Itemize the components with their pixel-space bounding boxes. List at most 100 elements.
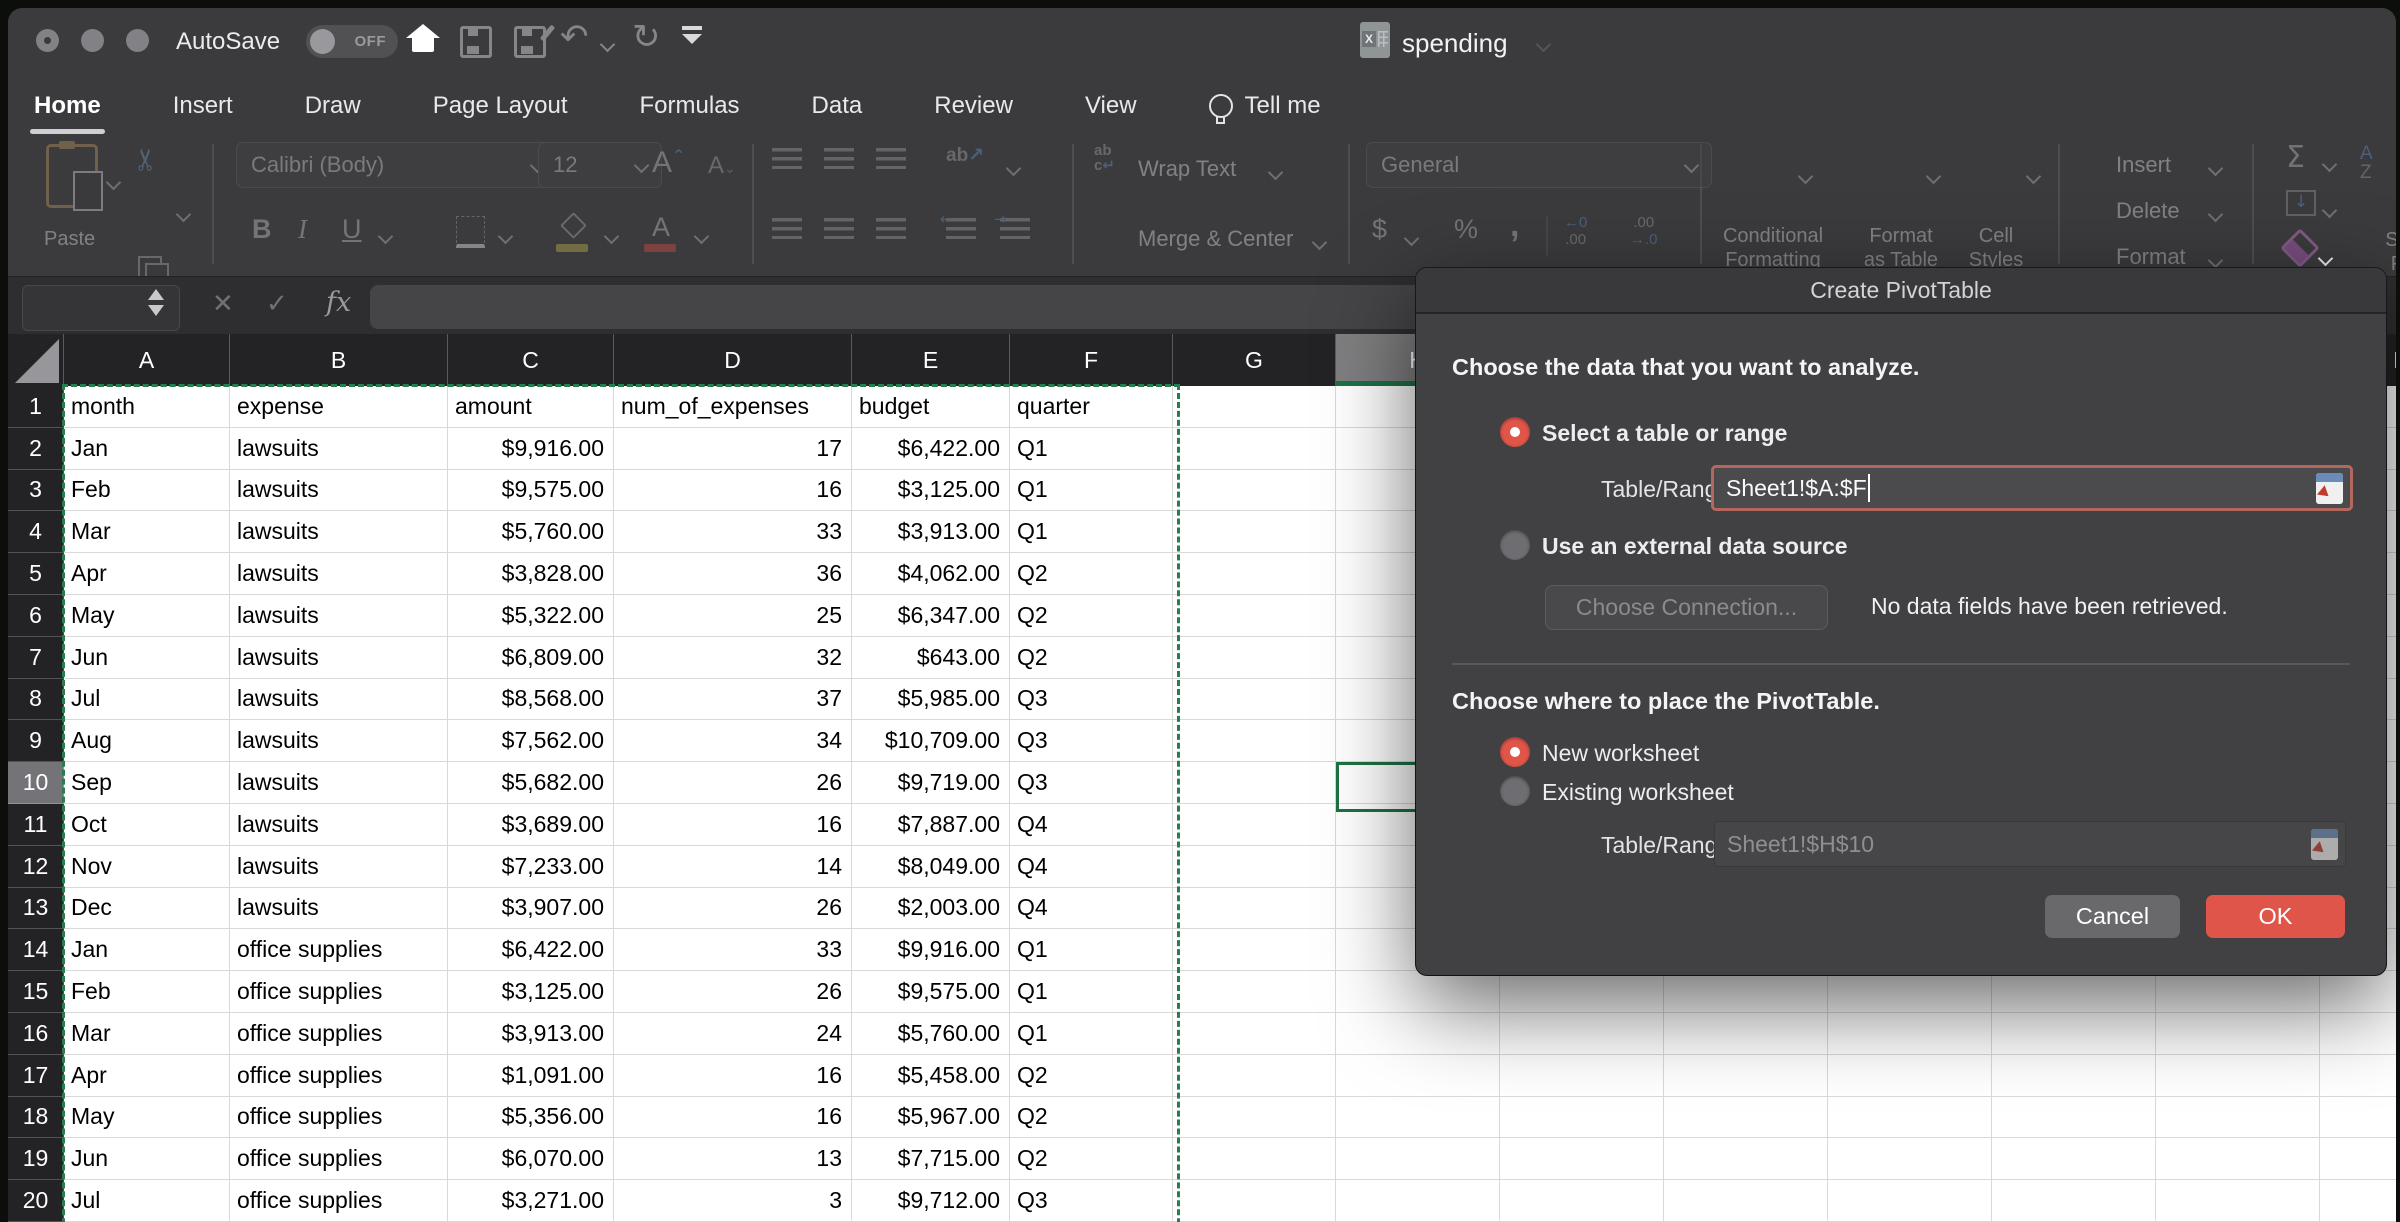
row-header-19[interactable]: 19: [8, 1138, 64, 1180]
cell-M15[interactable]: [2156, 971, 2320, 1013]
cell-K15[interactable]: [1828, 971, 1992, 1013]
cell-D19[interactable]: 13: [614, 1138, 852, 1180]
cell-A19[interactable]: Jun: [64, 1138, 230, 1180]
autosum-chevron-icon[interactable]: [2324, 156, 2335, 174]
radio-existing-worksheet[interactable]: [1500, 776, 1530, 806]
cell-B10[interactable]: lawsuits: [230, 762, 448, 804]
tab-draw[interactable]: Draw: [305, 92, 361, 120]
copy-chevron-icon[interactable]: [178, 206, 189, 224]
merge-center-chevron-icon[interactable]: [1314, 234, 1325, 252]
cell-N15[interactable]: [2320, 971, 2400, 1013]
cell-F17[interactable]: Q2: [1010, 1055, 1173, 1097]
cell-B14[interactable]: office supplies: [230, 929, 448, 971]
row-header-13[interactable]: 13: [8, 888, 64, 930]
cell-I19[interactable]: [1500, 1138, 1664, 1180]
cell-G8[interactable]: [1173, 679, 1336, 721]
cell-L19[interactable]: [1992, 1138, 2156, 1180]
conditional-formatting-label[interactable]: ConditionalFormatting: [1708, 224, 1838, 272]
cell-D15[interactable]: 26: [614, 971, 852, 1013]
range-selector-icon[interactable]: [2311, 829, 2338, 860]
clear-chevron-icon[interactable]: [2320, 250, 2331, 268]
cell-L15[interactable]: [1992, 971, 2156, 1013]
cell-D5[interactable]: 36: [614, 553, 852, 595]
currency-icon[interactable]: $: [1372, 214, 1387, 245]
cell-B2[interactable]: lawsuits: [230, 428, 448, 470]
tab-insert[interactable]: Insert: [173, 92, 233, 120]
row-header-5[interactable]: 5: [8, 553, 64, 595]
cell-G7[interactable]: [1173, 637, 1336, 679]
radio-select-table-range[interactable]: [1500, 417, 1530, 447]
wrap-text-icon[interactable]: abc↵: [1094, 144, 1115, 173]
row-header-10[interactable]: 10: [8, 762, 64, 804]
cell-B20[interactable]: office supplies: [230, 1180, 448, 1222]
row-header-11[interactable]: 11: [8, 804, 64, 846]
cell-A2[interactable]: Jan: [64, 428, 230, 470]
cell-A11[interactable]: Oct: [64, 804, 230, 846]
percent-icon[interactable]: %: [1454, 214, 1478, 245]
cell-E15[interactable]: $9,575.00: [852, 971, 1010, 1013]
cell-G3[interactable]: [1173, 470, 1336, 512]
save-as-icon[interactable]: [514, 26, 546, 58]
align-top-icon[interactable]: [772, 148, 802, 169]
cell-K16[interactable]: [1828, 1013, 1992, 1055]
format-cells-label[interactable]: Format: [2116, 244, 2186, 270]
cut-icon[interactable]: ✂: [129, 147, 164, 172]
cell-F3[interactable]: Q1: [1010, 470, 1173, 512]
cell-M18[interactable]: [2156, 1097, 2320, 1139]
merge-center-label[interactable]: Merge & Center: [1138, 226, 1293, 252]
cell-A13[interactable]: Dec: [64, 888, 230, 930]
cell-L17[interactable]: [1992, 1055, 2156, 1097]
cell-C6[interactable]: $5,322.00: [448, 595, 614, 637]
cell-E2[interactable]: $6,422.00: [852, 428, 1010, 470]
row-header-6[interactable]: 6: [8, 595, 64, 637]
align-bottom-icon[interactable]: [876, 148, 906, 169]
range-selector-icon[interactable]: [2316, 473, 2343, 504]
cell-F9[interactable]: Q3: [1010, 720, 1173, 762]
cell-C18[interactable]: $5,356.00: [448, 1097, 614, 1139]
cell-F16[interactable]: Q1: [1010, 1013, 1173, 1055]
cell-K18[interactable]: [1828, 1097, 1992, 1139]
cell-E9[interactable]: $10,709.00: [852, 720, 1010, 762]
cell-J16[interactable]: [1664, 1013, 1828, 1055]
cell-D1[interactable]: num_of_expenses: [614, 386, 852, 428]
align-center-icon[interactable]: [824, 218, 854, 239]
cell-E10[interactable]: $9,719.00: [852, 762, 1010, 804]
orientation-chevron-icon[interactable]: [1008, 160, 1019, 178]
increase-indent-icon[interactable]: →: [1000, 218, 1030, 239]
minimize-window-button[interactable]: [81, 29, 104, 52]
radio-new-worksheet-label[interactable]: New worksheet: [1542, 740, 1699, 767]
row-header-18[interactable]: 18: [8, 1097, 64, 1139]
delete-cells-chevron-icon[interactable]: [2210, 206, 2221, 224]
cell-A8[interactable]: Jul: [64, 679, 230, 721]
cell-A12[interactable]: Nov: [64, 846, 230, 888]
cell-D20[interactable]: 3: [614, 1180, 852, 1222]
row-header-4[interactable]: 4: [8, 511, 64, 553]
cell-F5[interactable]: Q2: [1010, 553, 1173, 595]
cell-C5[interactable]: $3,828.00: [448, 553, 614, 595]
cell-G17[interactable]: [1173, 1055, 1336, 1097]
cell-G20[interactable]: [1173, 1180, 1336, 1222]
cell-L20[interactable]: [1992, 1180, 2156, 1222]
cell-C12[interactable]: $7,233.00: [448, 846, 614, 888]
choose-connection-button[interactable]: Choose Connection...: [1545, 585, 1828, 630]
cell-C14[interactable]: $6,422.00: [448, 929, 614, 971]
cell-A15[interactable]: Feb: [64, 971, 230, 1013]
cell-J20[interactable]: [1664, 1180, 1828, 1222]
cell-C19[interactable]: $6,070.00: [448, 1138, 614, 1180]
cell-B8[interactable]: lawsuits: [230, 679, 448, 721]
doc-title-chevron-icon[interactable]: [1538, 36, 1549, 54]
cell-A17[interactable]: Apr: [64, 1055, 230, 1097]
align-middle-icon[interactable]: [824, 148, 854, 169]
cell-D8[interactable]: 37: [614, 679, 852, 721]
cell-F12[interactable]: Q4: [1010, 846, 1173, 888]
cell-N16[interactable]: [2320, 1013, 2400, 1055]
cell-J15[interactable]: [1664, 971, 1828, 1013]
cell-F14[interactable]: Q1: [1010, 929, 1173, 971]
cell-G19[interactable]: [1173, 1138, 1336, 1180]
fill-down-chevron-icon[interactable]: [2324, 202, 2335, 220]
cell-I16[interactable]: [1500, 1013, 1664, 1055]
font-name-select[interactable]: Calibri (Body): [236, 142, 558, 188]
cell-E11[interactable]: $7,887.00: [852, 804, 1010, 846]
cell-D9[interactable]: 34: [614, 720, 852, 762]
cell-G15[interactable]: [1173, 971, 1336, 1013]
